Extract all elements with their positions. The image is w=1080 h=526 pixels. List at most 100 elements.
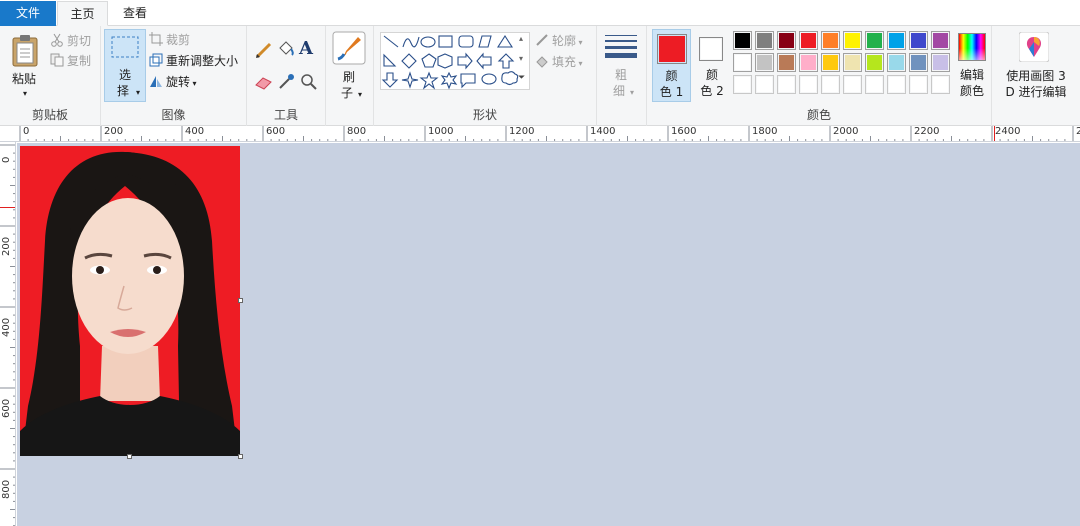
ribbon-tabbar: 文件 主页 查看 bbox=[0, 0, 1080, 26]
paste-dropdown-icon[interactable]: ▾ bbox=[20, 86, 30, 102]
color2-label-1: 颜 bbox=[705, 68, 718, 82]
paste-button[interactable]: 粘贴 ▾ bbox=[4, 30, 44, 100]
palette-swatch[interactable] bbox=[799, 75, 818, 94]
shapes-scroll-up-icon[interactable]: ▴ bbox=[519, 34, 523, 43]
color2-button[interactable]: 颜 色 2 bbox=[693, 29, 731, 102]
shapes-scroll-down-icon[interactable]: ▾ bbox=[519, 54, 523, 63]
resize-button[interactable]: 重新调整大小 bbox=[149, 52, 238, 70]
shapes-gallery-icons bbox=[381, 34, 519, 90]
ruler-horizontal-label: 26 bbox=[1076, 126, 1080, 137]
brush-button[interactable]: 刷 子 ▾ bbox=[329, 29, 369, 102]
canvas-workspace[interactable] bbox=[17, 143, 1080, 526]
ruler-horizontal-label: 1000 bbox=[428, 126, 454, 137]
brush-group: 刷 子 ▾ bbox=[326, 26, 374, 126]
palette-swatch[interactable] bbox=[799, 53, 818, 72]
line-width-icon bbox=[605, 35, 637, 58]
fill-bucket-icon[interactable] bbox=[276, 39, 296, 59]
resize-handle-corner[interactable] bbox=[238, 454, 243, 459]
fill-dropdown-icon[interactable]: ▾ bbox=[576, 59, 583, 68]
palette-swatch[interactable] bbox=[931, 31, 950, 50]
shapes-expand-icon[interactable]: ⏷ bbox=[518, 73, 525, 83]
rotate-button[interactable]: 旋转 ▾ bbox=[149, 73, 197, 91]
palette-swatch[interactable] bbox=[777, 31, 796, 50]
ruler-horizontal-label: 400 bbox=[185, 126, 205, 137]
palette-swatch[interactable] bbox=[931, 53, 950, 72]
ruler-horizontal: 0 200 400 600 800 1000 1200 1400 1600 1800 2000 220… bbox=[0, 126, 1080, 142]
fill-button[interactable]: 填充 ▾ bbox=[535, 53, 583, 71]
palette-swatch[interactable] bbox=[821, 31, 840, 50]
resize-icon bbox=[149, 53, 163, 67]
palette-swatch[interactable] bbox=[799, 31, 818, 50]
selection-rect-icon bbox=[111, 36, 139, 58]
tab-file[interactable]: 文件 bbox=[0, 1, 56, 26]
palette-swatch[interactable] bbox=[865, 53, 884, 72]
size-dropdown-icon[interactable]: ▾ bbox=[627, 85, 637, 101]
palette-swatch[interactable] bbox=[733, 75, 752, 94]
palette-swatch[interactable] bbox=[909, 53, 928, 72]
shapes-group: ▴ ▾ ⏷ 轮廓 ▾ 填充 ▾ 形状 bbox=[374, 26, 597, 126]
palette-swatch[interactable] bbox=[821, 53, 840, 72]
palette-swatch[interactable] bbox=[755, 75, 774, 94]
paint3d-label-1: 使用画图 3 bbox=[1006, 69, 1066, 83]
clipboard-group-label: 剪贴板 bbox=[31, 108, 68, 122]
copy-label: 复制 bbox=[67, 54, 92, 68]
palette-swatch[interactable] bbox=[931, 75, 950, 94]
ruler-vertical-label: 0 bbox=[1, 156, 12, 163]
color1-label-2: 色 1 bbox=[659, 85, 684, 99]
text-tool-icon[interactable]: A bbox=[299, 38, 313, 59]
ruler-vertical-label: 800 bbox=[1, 479, 12, 499]
palette-swatch[interactable] bbox=[733, 31, 752, 50]
palette-swatch[interactable] bbox=[843, 31, 862, 50]
shapes-gallery[interactable] bbox=[380, 32, 530, 90]
outline-dropdown-icon[interactable]: ▾ bbox=[576, 38, 583, 47]
color-palette bbox=[733, 31, 955, 97]
palette-swatch[interactable] bbox=[733, 53, 752, 72]
palette-swatch[interactable] bbox=[887, 75, 906, 94]
magnifier-icon[interactable] bbox=[299, 72, 319, 92]
resize-label: 重新调整大小 bbox=[166, 54, 239, 68]
paint3d-button[interactable]: 使用画图 3 D 进行编辑 bbox=[997, 29, 1075, 102]
palette-swatch[interactable] bbox=[887, 53, 906, 72]
edit-colors-button[interactable]: 编辑 颜色 bbox=[953, 29, 991, 102]
palette-swatch[interactable] bbox=[843, 53, 862, 72]
palette-swatch[interactable] bbox=[821, 75, 840, 94]
colors-group: 颜 色 1 颜 色 2 编辑 颜色 颜色 bbox=[647, 26, 992, 126]
outline-brush-icon bbox=[536, 34, 548, 46]
copy-button[interactable]: 复制 bbox=[50, 52, 91, 70]
pencil-icon[interactable] bbox=[254, 40, 274, 60]
ruler-vertical-label: 200 bbox=[1, 236, 12, 256]
resize-handle-bottom[interactable] bbox=[127, 454, 132, 459]
palette-swatch[interactable] bbox=[777, 53, 796, 72]
palette-swatch[interactable] bbox=[755, 31, 774, 50]
palette-swatch[interactable] bbox=[777, 75, 796, 94]
size-button[interactable]: 粗 细 ▾ bbox=[601, 29, 641, 102]
rotate-icon bbox=[150, 76, 162, 87]
crop-button[interactable]: 裁剪 bbox=[149, 31, 190, 49]
color1-button[interactable]: 颜 色 1 bbox=[652, 29, 691, 102]
image-group: 选 择 ▾ 裁剪 重新调整大小 旋转 ▾ 图像 bbox=[101, 26, 247, 126]
ruler-vertical-label: 600 bbox=[1, 398, 12, 418]
brush-dropdown-icon[interactable]: ▾ bbox=[355, 87, 365, 103]
palette-swatch[interactable] bbox=[865, 31, 884, 50]
image-group-label: 图像 bbox=[161, 108, 186, 122]
cut-button[interactable]: 剪切 bbox=[50, 32, 91, 50]
canvas-image[interactable] bbox=[20, 146, 240, 456]
eraser-icon[interactable] bbox=[254, 72, 274, 92]
palette-swatch[interactable] bbox=[887, 31, 906, 50]
outline-button[interactable]: 轮廓 ▾ bbox=[535, 32, 583, 50]
palette-swatch[interactable] bbox=[909, 31, 928, 50]
palette-swatch[interactable] bbox=[865, 75, 884, 94]
tab-home[interactable]: 主页 bbox=[57, 1, 108, 26]
tab-view[interactable]: 查看 bbox=[110, 1, 160, 26]
palette-swatch[interactable] bbox=[843, 75, 862, 94]
select-dropdown-icon[interactable]: ▾ bbox=[133, 85, 143, 101]
palette-swatch[interactable] bbox=[909, 75, 928, 94]
ruler-horizontal-label: 2200 bbox=[914, 126, 940, 137]
select-button[interactable]: 选 择 ▾ bbox=[104, 29, 146, 102]
color-picker-icon[interactable] bbox=[276, 72, 296, 92]
ruler-horizontal-label: 600 bbox=[266, 126, 286, 137]
resize-handle-right[interactable] bbox=[238, 298, 243, 303]
color1-label-1: 颜 bbox=[665, 69, 678, 83]
rotate-dropdown-icon[interactable]: ▾ bbox=[190, 79, 197, 88]
palette-swatch[interactable] bbox=[755, 53, 774, 72]
